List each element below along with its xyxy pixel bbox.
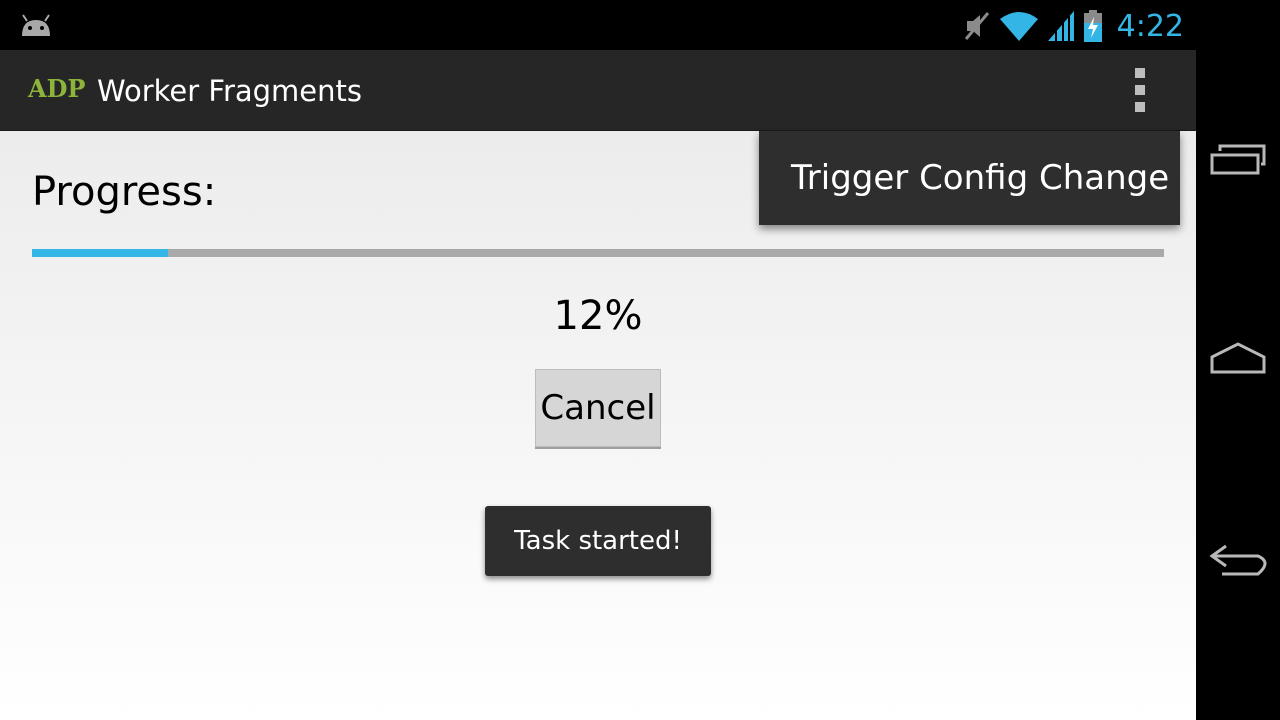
status-icons: 4:22 xyxy=(963,8,1184,44)
action-bar: ADP Worker Fragments xyxy=(0,50,1196,131)
cancel-button[interactable]: Cancel xyxy=(535,369,661,447)
toast-message: Task started! xyxy=(485,506,711,576)
android-debug-icon xyxy=(22,14,50,36)
menu-item-trigger-config-change[interactable]: Trigger Config Change xyxy=(759,158,1169,198)
progress-percent: 12% xyxy=(553,293,643,339)
progress-bar-fill xyxy=(32,249,168,257)
progress-bar xyxy=(32,249,1164,257)
navigation-bar xyxy=(1196,0,1280,720)
overflow-menu-popup: Trigger Config Change xyxy=(759,131,1180,225)
status-bar: 4:22 xyxy=(0,0,1196,50)
recent-apps-icon[interactable] xyxy=(1206,130,1270,190)
progress-label: Progress: xyxy=(32,169,217,215)
app-title: Worker Fragments xyxy=(97,74,363,108)
battery-charging-icon xyxy=(1083,10,1102,42)
wifi-icon xyxy=(999,12,1038,41)
status-clock: 4:22 xyxy=(1116,8,1184,44)
signal-icon xyxy=(1047,11,1074,41)
mute-icon xyxy=(964,12,989,40)
app-logo: ADP xyxy=(28,74,86,103)
back-icon[interactable] xyxy=(1206,528,1270,588)
home-icon[interactable] xyxy=(1206,330,1270,390)
overflow-menu-icon[interactable] xyxy=(1122,66,1158,114)
